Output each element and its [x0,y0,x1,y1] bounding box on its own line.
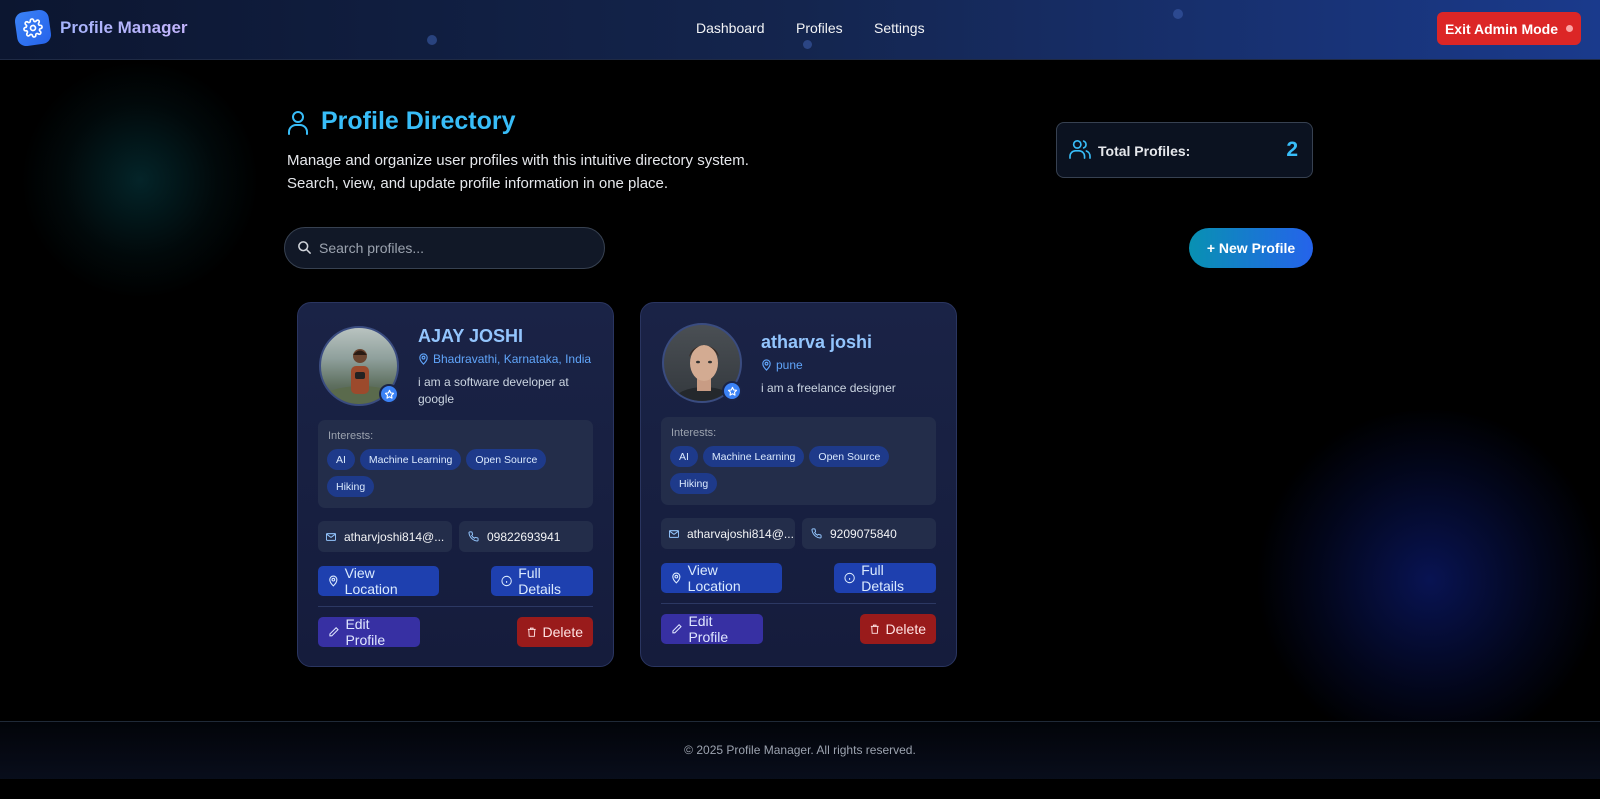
location-text: Bhadravathi, Karnataka, India [433,352,592,366]
exit-admin-label: Exit Admin Mode [1444,20,1559,37]
star-icon [379,384,399,404]
phone-field[interactable]: 9209075840 [802,518,936,549]
trash-icon [870,624,879,634]
interest-chip: Hiking [670,473,718,494]
interest-chip: Open Source [466,449,547,470]
interest-chip: AI [670,446,698,467]
interests-label: Interests: [328,430,374,442]
profile-card: AJAY JOSHI Bhadravathi, Karnataka, India… [297,302,614,667]
interests-panel: Interests: AI Machine Learning Open Sour… [661,417,936,505]
edit-profile-button[interactable]: Edit Profile [318,616,420,648]
interest-chip: AI [327,449,355,470]
total-profiles-card: Total Profiles: 2 [1056,122,1313,178]
interest-chip: Hiking [327,476,375,497]
interest-chip: Machine Learning [702,446,805,467]
full-details-label: Full Details [518,565,562,597]
info-icon [844,572,855,584]
profile-bio: i am a freelance designer [761,381,896,395]
pencil-icon [329,626,339,637]
nav-settings[interactable]: Settings [874,20,925,36]
gear-icon[interactable] [13,8,53,48]
total-profiles-label: Total Profiles: [1098,143,1191,159]
location-text: pune [776,358,803,372]
view-location-label: View Location [344,565,398,597]
interest-chips: AI Machine Learning Open Source Hiking [670,446,930,494]
email-field[interactable]: atharvajoshi814@... [661,518,795,549]
delete-button[interactable]: Delete [860,614,936,644]
search-bar[interactable] [284,227,605,269]
subtitle-line: Manage and organize user profiles with t… [287,152,749,169]
interests-label: Interests: [671,427,717,439]
star-icon [722,381,742,401]
phone-text: 09822693941 [487,529,561,544]
interest-chip: Open Source [809,446,890,467]
search-icon [297,240,312,260]
nav-dashboard[interactable]: Dashboard [696,20,765,36]
map-pin-icon [329,575,338,587]
full-details-button[interactable]: Full Details [834,562,936,594]
user-icon [286,109,310,140]
divider [661,603,936,604]
total-profiles-count: 2 [1286,138,1298,161]
nav-profiles[interactable]: Profiles [796,20,843,36]
new-profile-button[interactable]: + New Profile [1189,228,1313,268]
edit-profile-label: Edit Profile [345,616,386,648]
view-location-label: View Location [687,562,741,594]
profile-location: pune [761,358,803,372]
map-pin-icon [762,359,771,371]
background-glow-teal [20,60,260,300]
trash-icon [527,627,536,637]
email-field[interactable]: atharvjoshi814@... [318,521,452,552]
profile-name: atharva joshi [761,332,873,352]
email-text: atharvjoshi814@... [344,529,445,544]
profile-name: AJAY JOSHI [418,326,524,346]
phone-text: 9209075840 [830,526,897,541]
view-location-button[interactable]: View Location [661,562,782,594]
edit-profile-label: Edit Profile [688,613,729,645]
full-details-button[interactable]: Full Details [491,565,593,597]
decor-dot [803,40,812,49]
interests-panel: Interests: AI Machine Learning Open Sour… [318,420,593,508]
interest-chips: AI Machine Learning Open Source Hiking [327,449,587,497]
search-input[interactable] [319,228,599,268]
pencil-icon [672,623,682,634]
full-details-label: Full Details [861,562,905,594]
exit-admin-button[interactable]: Exit Admin Mode [1437,12,1581,45]
decor-dot [427,35,437,45]
top-navbar: Profile Manager Dashboard Profiles Setti… [0,0,1600,60]
phone-icon [811,528,822,539]
phone-icon [468,531,479,542]
map-pin-icon [419,353,428,365]
footer-strip [0,779,1600,799]
phone-field[interactable]: 09822693941 [459,521,593,552]
delete-label: Delete [542,624,583,640]
page-title: Profile Directory [321,107,516,135]
delete-button[interactable]: Delete [517,617,593,647]
divider [318,606,593,607]
info-icon [501,575,512,587]
footer-copyright: © 2025 Profile Manager. All rights reser… [684,743,916,757]
mail-icon [669,529,679,538]
profile-card: atharva joshi pune i am a freelance desi… [640,302,957,667]
view-location-button[interactable]: View Location [318,565,439,597]
interest-chip: Machine Learning [359,449,462,470]
brand-title[interactable]: Profile Manager [60,18,188,38]
footer: © 2025 Profile Manager. All rights reser… [0,721,1600,799]
status-dot-icon [1566,25,1574,32]
email-text: atharvajoshi814@... [687,526,794,541]
edit-profile-button[interactable]: Edit Profile [661,613,763,645]
page-subtitle: Manage and organize user profiles with t… [287,149,749,195]
background-glow-blue [1250,410,1600,750]
mail-icon [326,532,336,541]
profile-bio: i am a software developer at google [418,375,569,406]
map-pin-icon [672,572,681,584]
decor-dot [1173,9,1183,19]
subtitle-line: Search, view, and update profile informa… [287,175,669,192]
delete-label: Delete [885,621,926,637]
profile-location: Bhadravathi, Karnataka, India [418,352,591,366]
users-icon [1069,139,1091,164]
